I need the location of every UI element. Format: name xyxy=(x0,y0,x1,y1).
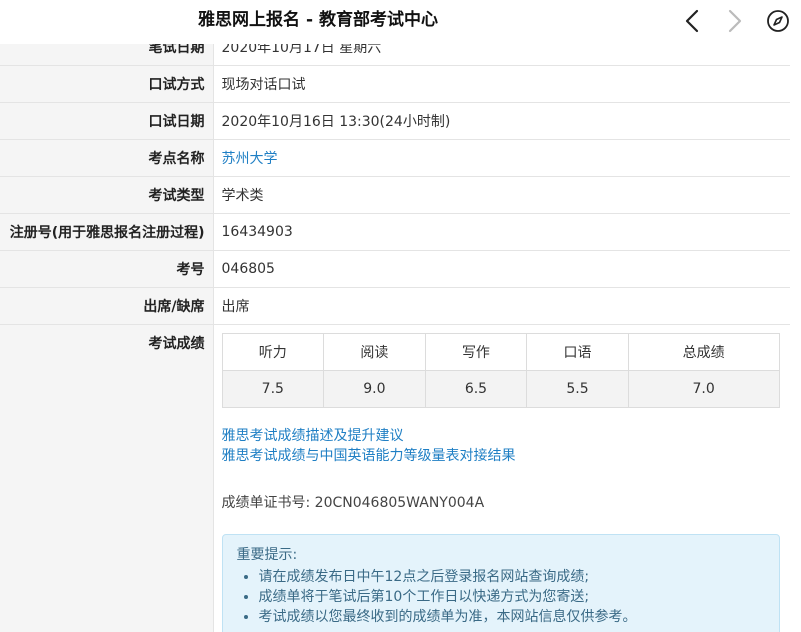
score-value-row: 7.5 9.0 6.5 5.5 7.0 xyxy=(221,370,780,408)
scores-cell: 听力 阅读 写作 口语 总成绩 7.5 9.0 6.5 5.5 7.0 雅思考试… xyxy=(213,324,791,632)
score-value: 5.5 xyxy=(526,370,629,408)
row-label: 考点名称 xyxy=(0,139,214,177)
table-row: 口试方式 现场对话口试 xyxy=(0,65,790,103)
table-row: 出席/缺席 出席 xyxy=(0,287,790,325)
notice-item: 考试成绩以您最终收到的成绩单为准，本网站信息仅供参考。 xyxy=(259,607,765,627)
table-row: 考试类型 学术类 xyxy=(0,176,790,214)
row-label: 考号 xyxy=(0,250,214,288)
back-icon[interactable] xyxy=(681,8,705,38)
result-content: 笔试日期 2020年10月17日 星期六 口试方式 现场对话口试 口试日期 20… xyxy=(0,28,801,632)
important-notice: 重要提示: 请在成绩发布日中午12点之后登录报名网站查询成绩; 成绩单将于笔试后… xyxy=(221,534,780,632)
top-bar: 雅思网上报名 - 教育部考试中心 xyxy=(0,0,801,44)
table-row: 口试日期 2020年10月16日 13:30(24小时制) xyxy=(0,102,790,140)
row-label: 口试日期 xyxy=(0,102,214,140)
row-value: 学术类 xyxy=(213,176,790,214)
score-value: 6.5 xyxy=(424,370,528,408)
test-center-link[interactable]: 苏州大学 xyxy=(222,151,278,167)
exam-info-table: 笔试日期 2020年10月17日 星期六 口试方式 现场对话口试 口试日期 20… xyxy=(0,28,790,632)
score-value: 7.0 xyxy=(627,370,780,408)
row-value: 046805 xyxy=(213,250,790,288)
table-row: 注册号(用于雅思报名注册过程) 16434903 xyxy=(0,213,790,251)
score-header: 总成绩 xyxy=(627,333,780,371)
row-value: 出席 xyxy=(213,287,790,325)
score-table: 听力 阅读 写作 口语 总成绩 7.5 9.0 6.5 5.5 7.0 xyxy=(221,333,780,408)
row-label: 口试方式 xyxy=(0,65,214,103)
notice-item: 请在成绩发布日中午12点之后登录报名网站查询成绩; xyxy=(259,567,765,587)
score-description-link[interactable]: 雅思考试成绩描述及提升建议 xyxy=(222,428,404,444)
row-value: 现场对话口试 xyxy=(213,65,790,103)
score-value: 7.5 xyxy=(221,370,325,408)
cse-mapping-link[interactable]: 雅思考试成绩与中国英语能力等级量表对接结果 xyxy=(222,448,516,464)
score-header: 听力 xyxy=(221,333,325,371)
row-value: 苏州大学 xyxy=(213,139,790,177)
forward-icon[interactable] xyxy=(722,8,746,38)
row-label: 注册号(用于雅思报名注册过程) xyxy=(0,213,214,251)
score-header-row: 听力 阅读 写作 口语 总成绩 xyxy=(221,333,780,371)
notice-title: 重要提示: xyxy=(236,547,298,563)
row-value: 16434903 xyxy=(213,213,790,251)
certificate-number: 成绩单证书号: 20CN046805WANY004A xyxy=(221,495,485,511)
score-value: 9.0 xyxy=(323,370,426,408)
score-links: 雅思考试成绩描述及提升建议 雅思考试成绩与中国英语能力等级量表对接结果 xyxy=(222,426,791,466)
row-label: 出席/缺席 xyxy=(0,287,214,325)
table-row: 考号 046805 xyxy=(0,250,790,288)
row-value: 2020年10月16日 13:30(24小时制) xyxy=(213,102,790,140)
row-label: 考试成绩 xyxy=(0,324,214,632)
table-row: 考点名称 苏州大学 xyxy=(0,139,790,177)
row-label: 考试类型 xyxy=(0,176,214,214)
score-header: 写作 xyxy=(424,333,528,371)
notice-list: 请在成绩发布日中午12点之后登录报名网站查询成绩; 成绩单将于笔试后第10个工作… xyxy=(237,567,765,627)
table-row: 考试成绩 听力 阅读 写作 口语 总成绩 7.5 9.0 6.5 5.5 7.0… xyxy=(0,324,791,632)
score-header: 口语 xyxy=(526,333,629,371)
notice-item: 成绩单将于笔试后第10个工作日以快递方式为您寄送; xyxy=(259,587,765,607)
score-header: 阅读 xyxy=(323,333,426,371)
page-title: 雅思网上报名 - 教育部考试中心 xyxy=(198,10,438,30)
compass-icon[interactable] xyxy=(765,8,791,38)
